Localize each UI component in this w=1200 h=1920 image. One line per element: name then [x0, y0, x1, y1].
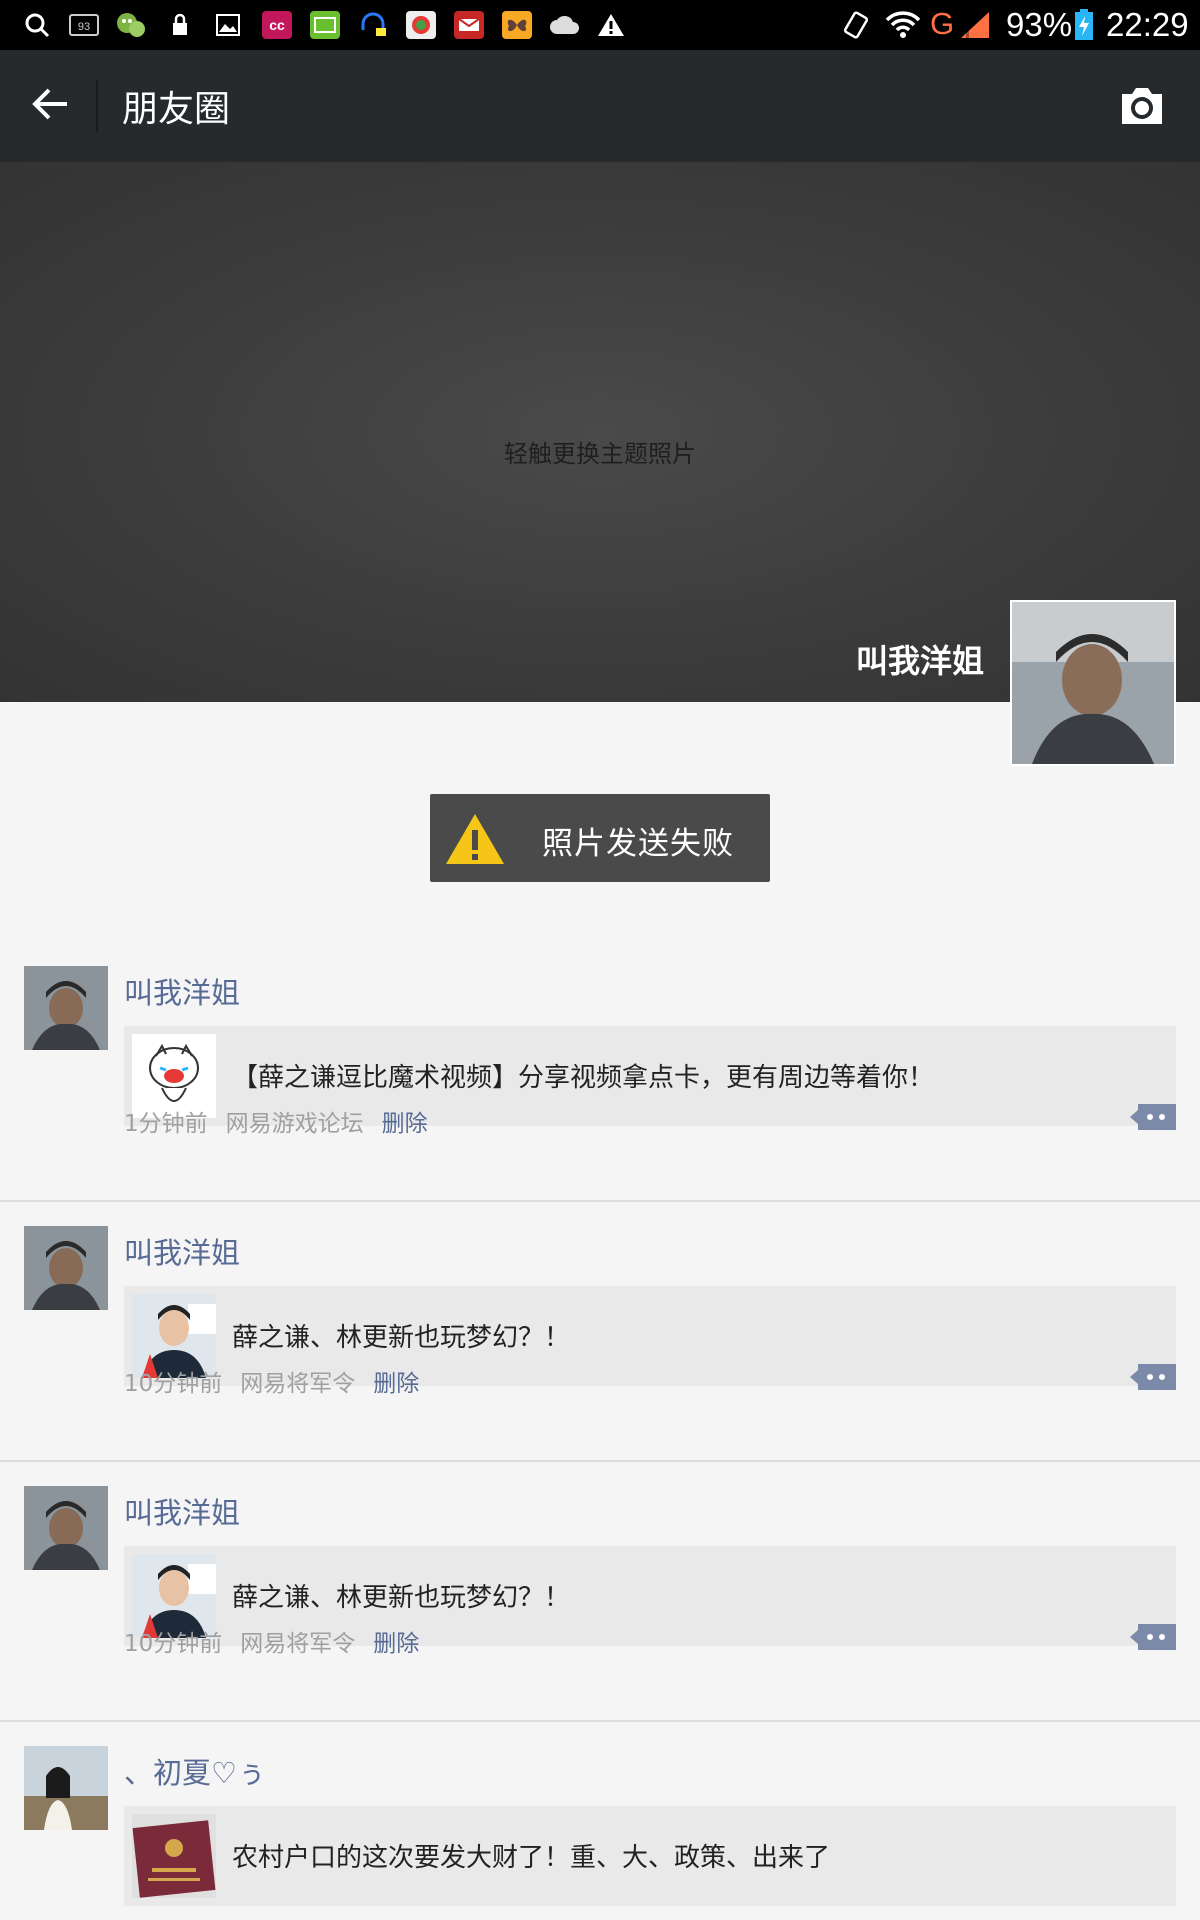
battery-charging-icon — [1072, 9, 1096, 40]
post-source[interactable]: 网易将军令 — [240, 1631, 355, 1657]
comment-menu-button[interactable] — [1130, 1622, 1176, 1652]
link-thumbnail — [132, 1814, 216, 1898]
warning-icon — [596, 10, 626, 40]
butterfly-app-icon — [500, 10, 534, 40]
post-author[interactable]: 、初夏♡ぅ — [124, 1750, 266, 1792]
toast-message: 照片发送失败 — [542, 826, 734, 862]
feed-post: 、初夏♡ぅ 农村户口的这次要发大财了！重、大、政策、出来了 — [0, 1746, 1200, 1920]
wechat-game-icon — [114, 10, 148, 40]
avatar[interactable] — [24, 1486, 108, 1570]
delete-link[interactable]: 删除 — [373, 1371, 419, 1397]
cloud-icon — [548, 10, 582, 40]
search-icon — [20, 10, 54, 40]
post-divider — [0, 1200, 1200, 1202]
camera-icon — [1122, 88, 1162, 124]
delete-link[interactable]: 删除 — [382, 1111, 428, 1137]
iqiyi-icon — [308, 10, 342, 40]
cover-user-name: 叫我洋姐 — [855, 642, 984, 680]
post-divider — [0, 1720, 1200, 1722]
shared-link-card[interactable]: 农村户口的这次要发大财了！重、大、政策、出来了 — [124, 1806, 1176, 1906]
svg-text:93: 93 — [78, 21, 90, 33]
nav-divider — [96, 80, 98, 132]
post-time: 10分钟前 — [124, 1631, 223, 1657]
post-author[interactable]: 叫我洋姐 — [124, 1230, 240, 1272]
headset-app-icon — [356, 10, 390, 40]
post-meta: 10分钟前 网易将军令 删除 — [124, 1364, 437, 1398]
post-author[interactable]: 叫我洋姐 — [124, 1490, 240, 1532]
comment-icon — [1130, 1364, 1176, 1390]
battery-percent: 93% — [1006, 6, 1073, 43]
link-title: 薛之谦、林更新也玩梦幻？！ — [232, 1323, 571, 1353]
comment-icon — [1130, 1624, 1176, 1650]
status-bar: 93 cc G 93% 22:29 — [0, 0, 1200, 50]
post-time: 1分钟前 — [124, 1111, 208, 1137]
mail-app-icon — [452, 10, 486, 40]
svg-text:cc: cc — [269, 17, 285, 33]
wifi-icon — [884, 10, 922, 40]
link-title: 农村户口的这次要发大财了！重、大、政策、出来了 — [232, 1843, 831, 1873]
top-nav-bar: 朋友圈 — [0, 50, 1200, 162]
comment-icon — [1130, 1104, 1176, 1130]
avatar[interactable] — [24, 966, 108, 1050]
camera-button[interactable] — [1114, 78, 1170, 134]
carrier-label: G — [930, 6, 955, 41]
feed-post: 叫我洋姐 薛之谦、林更新也玩梦幻？！ 10分钟前 网易将军令 删除 — [0, 1226, 1200, 1460]
lock-icon — [168, 10, 192, 40]
delete-link[interactable]: 删除 — [373, 1631, 419, 1657]
comment-menu-button[interactable] — [1130, 1102, 1176, 1132]
avatar[interactable] — [24, 1746, 108, 1830]
avatar[interactable] — [24, 1226, 108, 1310]
comment-menu-button[interactable] — [1130, 1362, 1176, 1392]
feed-post: 叫我洋姐 【薛之谦逗比魔术视频】分享视频拿点卡，更有周边等着你！ 1分钟前 网易游… — [0, 966, 1200, 1200]
post-time: 10分钟前 — [124, 1371, 223, 1397]
page-title: 朋友圈 — [122, 89, 231, 130]
post-meta: 10分钟前 网易将军令 删除 — [124, 1624, 437, 1658]
link-title: 薛之谦、林更新也玩梦幻？！ — [232, 1583, 571, 1613]
arrow-left-icon — [32, 88, 67, 120]
photo-app-icon — [404, 10, 438, 40]
cover-hint: 轻触更换主题照片 — [504, 440, 696, 468]
image-icon — [214, 10, 242, 40]
post-divider — [0, 1460, 1200, 1462]
cc-app-icon: cc — [260, 10, 294, 40]
error-toast: 照片发送失败 — [430, 794, 770, 882]
cover-avatar[interactable] — [1010, 600, 1176, 766]
back-button[interactable] — [22, 76, 78, 132]
link-title: 【薛之谦逗比魔术视频】分享视频拿点卡，更有周边等着你！ — [232, 1063, 935, 1093]
clock: 22:29 — [1106, 6, 1189, 43]
post-source[interactable]: 网易游戏论坛 — [226, 1111, 364, 1137]
post-meta: 1分钟前 网易游戏论坛 删除 — [124, 1104, 446, 1138]
post-author[interactable]: 叫我洋姐 — [124, 970, 240, 1012]
feed-post: 叫我洋姐 薛之谦、林更新也玩梦幻？！ 10分钟前 网易将军令 删除 — [0, 1486, 1200, 1720]
signal-icon — [958, 10, 992, 40]
post-source[interactable]: 网易将军令 — [240, 1371, 355, 1397]
vibrate-icon — [840, 10, 872, 40]
warning-triangle-icon — [446, 814, 504, 864]
battery-93-icon: 93 — [68, 10, 100, 40]
